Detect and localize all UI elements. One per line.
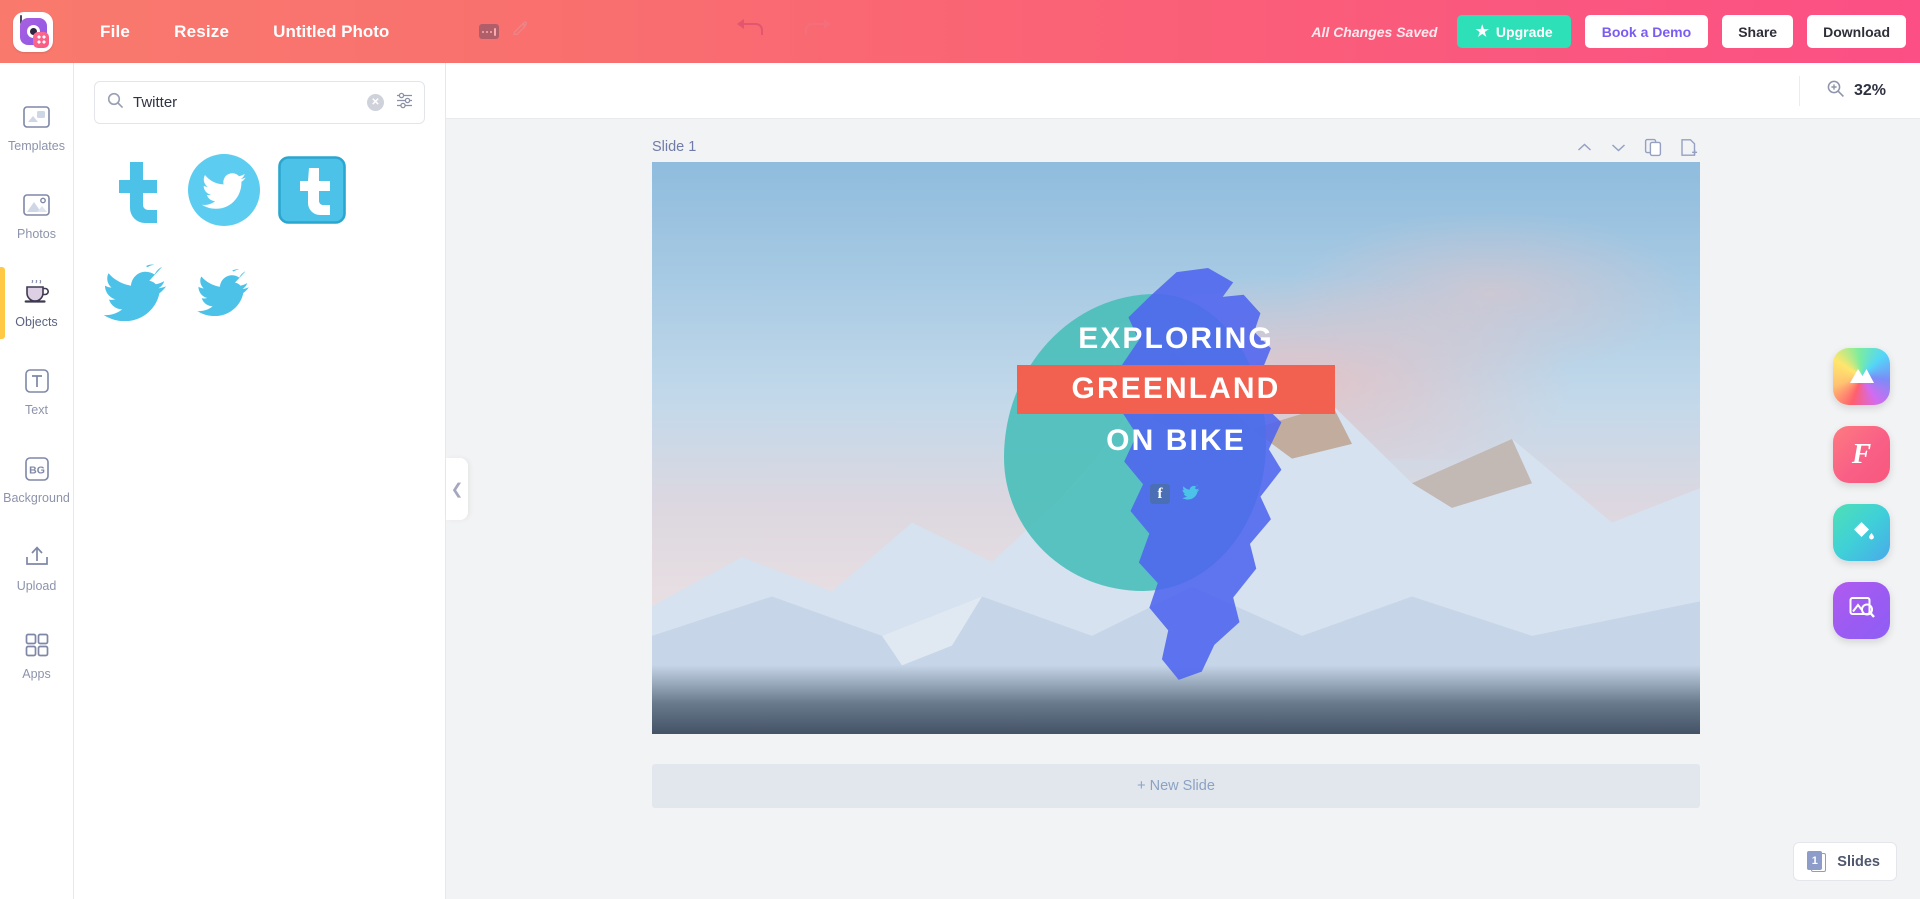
redo-icon[interactable] [802, 17, 834, 46]
menu-resize-label: Resize [174, 21, 230, 41]
zoom-level: 32% [1853, 81, 1886, 99]
sidebar-item-background[interactable]: BG Background [0, 435, 73, 523]
download-button[interactable]: Download [1807, 15, 1906, 48]
download-label: Download [1823, 23, 1890, 40]
search-results-grid [74, 124, 445, 350]
pencil-icon[interactable] [511, 20, 528, 43]
image-search-app-button[interactable] [1833, 582, 1890, 639]
background-icon: BG [24, 454, 50, 484]
app-dock: F [1833, 348, 1890, 639]
search-box[interactable]: ✕ [94, 81, 425, 124]
book-demo-label: Book a Demo [1601, 23, 1692, 40]
left-sidebar: Templates Photos Objects Text BG Backgro… [0, 63, 74, 899]
objects-panel: ✕ [74, 63, 446, 899]
duplicate-slide-button[interactable] [1644, 138, 1663, 157]
twitter-letter-t-icon[interactable] [92, 146, 180, 234]
slide-label: Slide 1 [652, 139, 697, 155]
upload-icon [23, 542, 51, 572]
menu-file[interactable]: File [78, 0, 152, 63]
clear-search-button[interactable]: ✕ [367, 94, 384, 111]
sidebar-item-templates[interactable]: Templates [0, 83, 73, 171]
photos-icon [22, 190, 51, 220]
font-f-icon: F [1851, 438, 1872, 470]
sidebar-item-text-label: Text [25, 402, 48, 417]
new-slide-label: + New Slide [1137, 778, 1215, 794]
apps-grid-icon [24, 630, 50, 660]
filter-sliders-icon[interactable] [393, 91, 414, 115]
sidebar-item-photos[interactable]: Photos [0, 171, 73, 259]
image-search-icon [1848, 594, 1876, 627]
zoom-control[interactable]: 32% [1798, 75, 1920, 106]
undo-icon[interactable] [734, 17, 766, 46]
move-slide-down-button[interactable] [1610, 141, 1627, 154]
headline-line-2: GREENLAND [1071, 372, 1281, 405]
paint-bucket-icon [1848, 516, 1876, 549]
sidebar-item-objects-label: Objects [15, 314, 58, 329]
menu-resize[interactable]: Resize [152, 0, 251, 63]
fill-app-button[interactable] [1833, 504, 1890, 561]
add-slide-button[interactable] [1680, 138, 1700, 157]
search-row: ✕ [74, 63, 445, 124]
sidebar-item-apps-label: Apps [22, 666, 51, 681]
slide-tools [1576, 138, 1700, 157]
new-slide-button[interactable]: + New Slide [652, 764, 1700, 808]
headline-line-1[interactable]: EXPLORING [1078, 324, 1274, 354]
sidebar-item-photos-label: Photos [17, 226, 56, 241]
menu-file-label: File [100, 21, 131, 41]
slides-panel-button[interactable]: 1 Slides [1793, 842, 1897, 881]
app-logo[interactable] [0, 11, 66, 52]
share-label: Share [1738, 23, 1778, 40]
color-wheel-mountain-icon [1847, 362, 1877, 391]
headline-band[interactable]: GREENLAND [1017, 365, 1335, 414]
templates-icon [22, 102, 51, 132]
twitter-bird-flying-small-icon[interactable] [180, 248, 268, 336]
upgrade-label: Upgrade [1495, 23, 1553, 40]
chevron-left-icon: ❮ [450, 480, 464, 498]
search-icon [107, 92, 124, 114]
header-actions: All Changes Saved ★ Upgrade Book a Demo … [1311, 0, 1906, 63]
slide-text-overlay: EXPLORING GREENLAND ON BIKE f [652, 162, 1700, 734]
rename-icon[interactable] [479, 24, 500, 39]
coffee-cup-icon [22, 278, 51, 308]
twitter-letter-t-square-icon[interactable] [268, 146, 356, 234]
sidebar-item-templates-label: Templates [8, 138, 65, 153]
text-icon [24, 366, 50, 396]
share-button[interactable]: Share [1722, 15, 1794, 48]
social-icons-group: f [1150, 482, 1202, 506]
twitter-bird-circle-icon[interactable] [180, 146, 268, 234]
title-edit-controls [479, 20, 528, 43]
book-demo-button[interactable]: Book a Demo [1584, 15, 1709, 48]
fonts-app-button[interactable]: F [1833, 426, 1890, 483]
canvas-topbar: 32% [446, 63, 1920, 119]
sidebar-item-background-label: Background [3, 490, 70, 505]
sidebar-item-apps[interactable]: Apps [0, 611, 73, 699]
sidebar-item-objects[interactable]: Objects [0, 259, 73, 347]
document-title[interactable]: Untitled Photo [251, 22, 411, 42]
star-icon: ★ [1475, 23, 1489, 40]
slides-label: Slides [1837, 853, 1880, 870]
save-status: All Changes Saved [1311, 23, 1438, 40]
facebook-icon[interactable]: f [1150, 484, 1170, 504]
move-slide-up-button[interactable] [1576, 141, 1593, 154]
sidebar-item-upload[interactable]: Upload [0, 523, 73, 611]
twitter-bird-icon[interactable] [1180, 482, 1202, 506]
headline-line-3[interactable]: ON BIKE [1106, 426, 1246, 456]
canvas-area: Slide 1 EXPLORING GREENLAND ON BIKE f + … [446, 119, 1920, 899]
pixlr-editor-window: File Resize Untitled Photo All Changes S… [0, 0, 1920, 899]
slides-count-badge: 1 [1807, 851, 1827, 872]
slide-canvas[interactable]: EXPLORING GREENLAND ON BIKE f [652, 162, 1700, 734]
slide-header: Slide 1 [652, 130, 1700, 164]
twitter-bird-flying-icon[interactable] [92, 248, 180, 336]
collapse-panel-button[interactable]: ❮ [446, 458, 468, 520]
history-controls [734, 17, 834, 46]
app-header: File Resize Untitled Photo All Changes S… [0, 0, 1920, 63]
search-input[interactable] [133, 94, 358, 111]
sidebar-item-upload-label: Upload [16, 578, 57, 593]
sidebar-item-text[interactable]: Text [0, 347, 73, 435]
slides-count: 1 [1807, 851, 1823, 870]
magnifier-plus-icon [1826, 79, 1845, 103]
upgrade-button[interactable]: ★ Upgrade [1457, 15, 1571, 48]
effects-app-button[interactable] [1833, 348, 1890, 405]
svg-text:BG: BG [29, 464, 45, 476]
